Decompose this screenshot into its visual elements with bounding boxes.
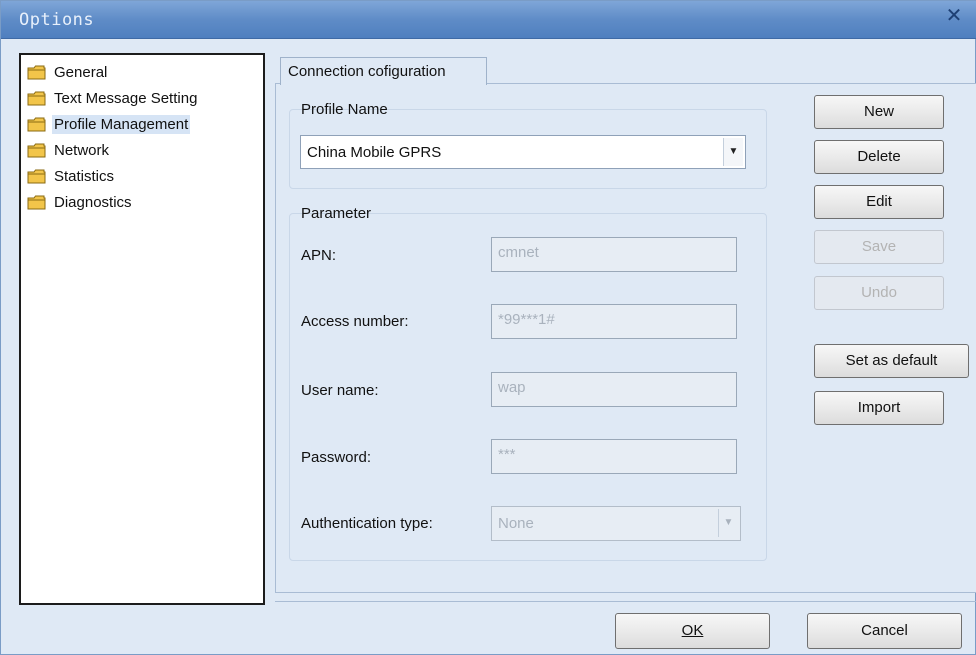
nav-item-general[interactable]: General [27, 61, 109, 83]
apn-label: APN: [301, 247, 337, 264]
profile-name-label: Profile Name [301, 101, 388, 118]
footer-divider [275, 601, 976, 602]
authentication-type-select[interactable]: None ▼ [491, 506, 741, 541]
nav-item-statistics[interactable]: Statistics [27, 165, 116, 187]
user-name-label: User name: [301, 382, 379, 399]
nav-item-profile-management[interactable]: Profile Management [27, 113, 191, 135]
password-field[interactable]: *** [491, 439, 737, 474]
new-button[interactable]: New [814, 95, 944, 129]
authentication-type-value: None [498, 515, 534, 532]
user-name-field[interactable]: wap [491, 372, 737, 407]
edit-button[interactable]: Edit [814, 185, 944, 219]
folder-icon [27, 91, 46, 105]
folder-icon [27, 65, 46, 79]
nav-item-network[interactable]: Network [27, 139, 111, 161]
ok-label: OK [681, 622, 704, 639]
options-dialog: Options ✕ General Text Message Setting P… [0, 0, 976, 655]
nav-item-label: Statistics [54, 167, 115, 185]
set-as-default-button[interactable]: Set as default [814, 344, 969, 378]
nav-item-label: Profile Management [52, 114, 191, 134]
chevron-down-icon[interactable]: ▼ [718, 509, 738, 537]
access-number-field[interactable]: *99***1# [491, 304, 737, 339]
delete-button[interactable]: Delete [814, 140, 944, 174]
save-button[interactable]: Save [814, 230, 944, 264]
cancel-button[interactable]: Cancel [807, 613, 962, 649]
nav-item-label: Network [54, 141, 110, 159]
undo-button[interactable]: Undo [814, 276, 944, 310]
nav-item-label: General [54, 63, 108, 81]
options-nav-tree: General Text Message Setting Profile Man… [19, 53, 265, 605]
apn-field[interactable]: cmnet [491, 237, 737, 272]
chevron-down-icon[interactable]: ▼ [723, 138, 743, 166]
authentication-type-label: Authentication type: [301, 515, 433, 532]
nav-item-diagnostics[interactable]: Diagnostics [27, 191, 134, 213]
ok-button[interactable]: OK [615, 613, 770, 649]
window-title: Options [19, 10, 95, 30]
tab-connection-configuration[interactable]: Connection cofiguration [280, 57, 487, 85]
folder-icon [27, 195, 46, 209]
nav-item-label: Text Message Setting [54, 89, 198, 107]
nav-item-label: Diagnostics [54, 193, 132, 211]
close-button[interactable]: ✕ [935, 3, 973, 31]
access-number-label: Access number: [301, 313, 409, 330]
cancel-label: Cancel [861, 622, 908, 639]
import-button[interactable]: Import [814, 391, 944, 425]
folder-icon [27, 143, 46, 157]
title-bar[interactable]: Options ✕ [1, 1, 976, 39]
profile-name-value: China Mobile GPRS [307, 144, 442, 161]
folder-icon [27, 117, 46, 131]
parameter-label: Parameter [301, 205, 372, 222]
nav-item-text-message-setting[interactable]: Text Message Setting [27, 87, 199, 109]
folder-icon [27, 169, 46, 183]
password-label: Password: [301, 449, 372, 466]
profile-name-select[interactable]: China Mobile GPRS ▼ [300, 135, 746, 169]
